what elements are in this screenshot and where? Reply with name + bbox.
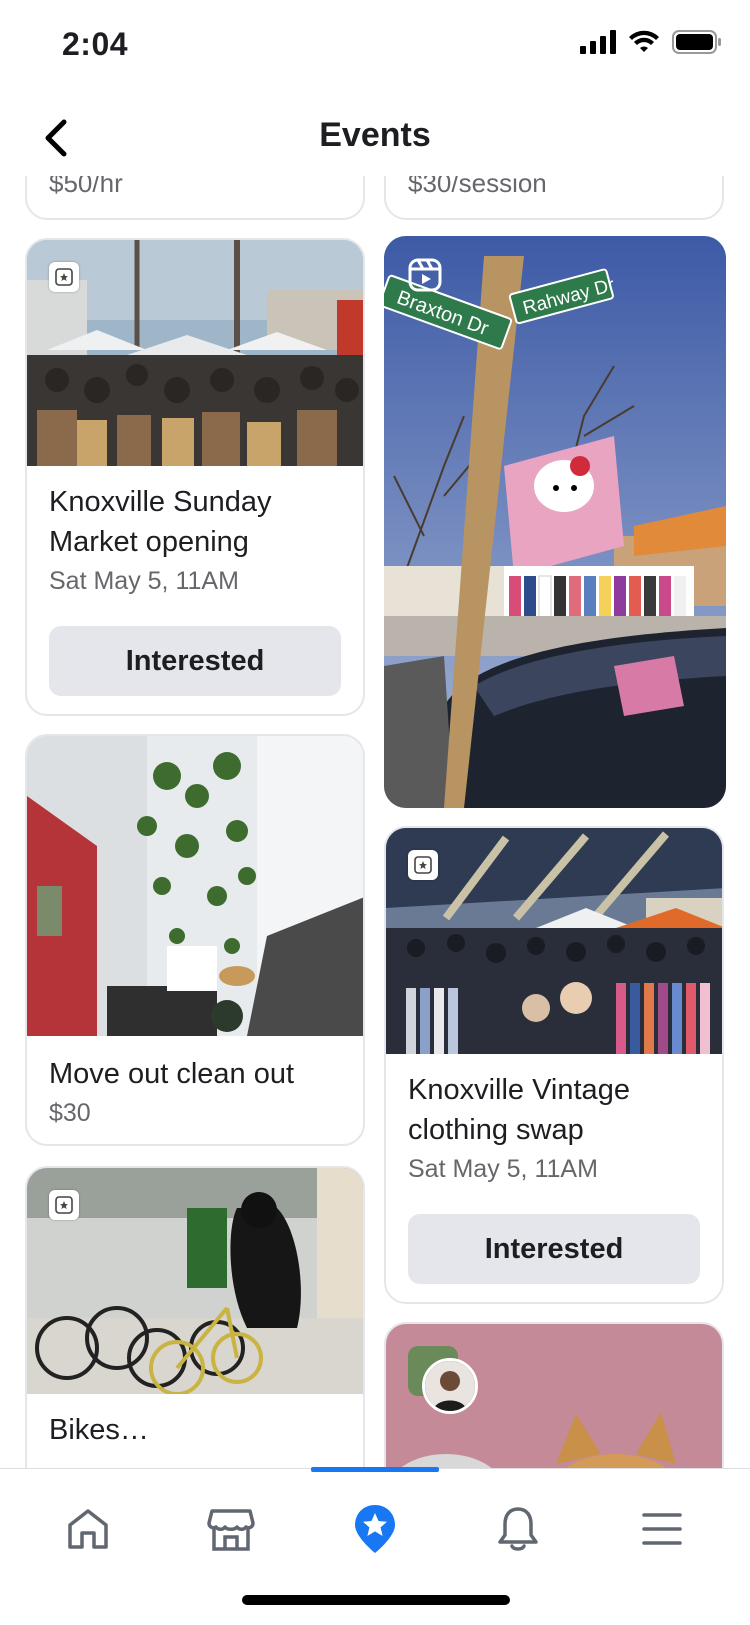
event-card-move-out-clean-out[interactable]: Move out clean out $30	[25, 734, 365, 1146]
event-photo	[27, 736, 363, 1036]
event-photo	[386, 828, 722, 1054]
cellular-signal-icon	[580, 30, 616, 54]
store-icon	[207, 1509, 255, 1551]
reels-icon	[408, 258, 442, 292]
event-photo	[27, 240, 363, 466]
home-icon	[68, 1509, 108, 1549]
interested-button[interactable]: Interested	[408, 1214, 700, 1284]
tab-events[interactable]	[335, 1489, 415, 1569]
event-date: Sat May 5, 11AM	[49, 567, 239, 595]
interested-button[interactable]: Interested	[49, 626, 341, 696]
home-indicator	[242, 1595, 510, 1605]
reel-photo: Braxton Dr Rahway Dr	[384, 236, 726, 808]
tab-marketplace[interactable]	[191, 1489, 271, 1569]
post-photo	[386, 1324, 722, 1468]
event-date: Sat May 5, 11AM	[408, 1155, 598, 1183]
event-card-partial-right[interactable]: $30/session	[384, 176, 724, 220]
event-title: Knoxville Sunday Market opening	[49, 486, 272, 558]
event-title: Knoxville Vintage clothing swap	[408, 1074, 630, 1146]
tab-menu[interactable]	[622, 1489, 702, 1569]
event-title: Bikes…	[49, 1414, 149, 1446]
wifi-icon	[629, 30, 659, 52]
battery-icon	[672, 30, 721, 54]
tab-notifications[interactable]	[478, 1489, 558, 1569]
event-card-knoxville-sunday-market[interactable]: Knoxville Sunday Market opening Sat May …	[25, 238, 365, 716]
event-star-badge-icon	[49, 262, 79, 292]
event-card-partial-left[interactable]: $50/hr	[25, 176, 365, 220]
nav-header: Events	[0, 92, 750, 184]
reel-card-hello-kitty[interactable]: Braxton Dr Rahway Dr	[384, 236, 726, 808]
event-star-badge-icon	[408, 850, 438, 880]
status-time: 2:04	[62, 26, 129, 62]
event-price: $30	[49, 1099, 91, 1127]
avatar[interactable]	[422, 1358, 478, 1414]
events-feed[interactable]: $50/hr $30/session Knoxville Sunday Mark…	[0, 176, 750, 1468]
events-star-icon	[355, 1505, 395, 1553]
event-price: $30/session	[408, 176, 547, 198]
event-card-bike-sale[interactable]: Bikes…	[25, 1166, 365, 1468]
post-card-corgi[interactable]	[384, 1322, 724, 1468]
event-star-badge-icon	[49, 1190, 79, 1220]
menu-icon	[642, 1513, 682, 1545]
status-icons	[580, 30, 722, 54]
event-price: $50/hr	[49, 176, 123, 198]
active-tab-indicator	[311, 1467, 439, 1472]
page-title: Events	[319, 116, 431, 154]
event-title: Move out clean out	[49, 1058, 295, 1090]
event-card-knoxville-vintage-swap[interactable]: Knoxville Vintage clothing swap Sat May …	[384, 826, 724, 1304]
tab-home[interactable]	[48, 1489, 128, 1569]
bell-icon	[498, 1507, 538, 1551]
status-bar: 2:04	[0, 0, 750, 92]
event-photo	[27, 1168, 363, 1394]
